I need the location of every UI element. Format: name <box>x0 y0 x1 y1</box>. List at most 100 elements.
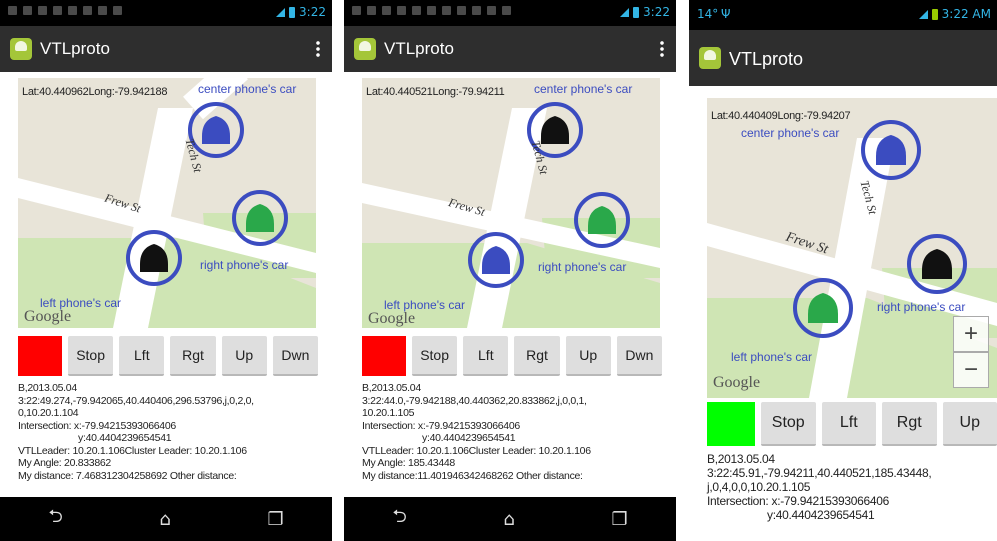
navigation-bar: ⮌ ⌂ ❐ <box>344 497 676 541</box>
zoom-out-button[interactable]: − <box>953 352 989 388</box>
android-app-icon <box>10 38 32 60</box>
info-line: 3:22:44.0,-79.942188,40.440362,20.833862… <box>362 394 587 407</box>
info-text: B,2013.05.04 3:22:49.274,-79.942065,40.4… <box>18 382 324 482</box>
right-button[interactable]: Rgt <box>514 336 560 376</box>
action-bar: VTLproto <box>344 26 676 72</box>
stop-button[interactable]: Stop <box>68 336 114 376</box>
info-line: 3:22:49.274,-79.942065,40.440406,296.537… <box>18 394 254 407</box>
info-line: B,2013.05.04 <box>18 382 77 394</box>
home-icon[interactable]: ⌂ <box>159 509 170 530</box>
info-line: Intersection: x:-79.94215393066406 <box>707 494 889 508</box>
info-line: My Angle: 185.43448 <box>362 457 455 469</box>
up-button[interactable]: Up <box>221 336 267 376</box>
battery-icon <box>931 8 938 20</box>
google-logo: Google <box>24 308 72 325</box>
info-text: B,2013.05.04 3:22:45.91,-79.94211,40.440… <box>707 452 989 522</box>
lat-long-readout: Lat:40.440962Long:-79.942188 <box>22 86 168 98</box>
down-button[interactable]: Dwn <box>616 336 663 376</box>
info-line: 3:22:45.91,-79.94211,40.440521,185.43448… <box>707 466 932 480</box>
app-title: VTLproto <box>384 39 454 58</box>
overflow-menu-icon[interactable] <box>316 40 320 58</box>
app-title: VTLproto <box>729 49 804 69</box>
up-button[interactable]: Up <box>942 402 997 446</box>
info-text: B,2013.05.04 3:22:44.0,-79.942188,40.440… <box>362 382 668 482</box>
zoom-in-button[interactable]: + <box>953 316 989 352</box>
right-button[interactable]: Rgt <box>882 402 937 446</box>
battery-icon <box>289 6 296 18</box>
status-bar: 3:22 <box>0 0 332 26</box>
left-car-label: left phone's car <box>731 350 813 364</box>
navigation-bar: ⮌ ⌂ ❐ <box>0 497 332 541</box>
stop-button[interactable]: Stop <box>761 402 816 446</box>
map-view[interactable]: Lat:40.440409Long:-79.94207 center phone… <box>707 98 997 398</box>
left-button[interactable]: Lft <box>821 402 876 446</box>
left-button[interactable]: Lft <box>463 336 509 376</box>
info-line: y:40.4404239654541 <box>422 432 516 444</box>
status-bar: 14° Ψ 3:22 AM <box>689 0 997 30</box>
info-line: Intersection: x:-79.94215393066406 <box>18 419 176 432</box>
right-car-label: right phone's car <box>538 260 627 274</box>
status-color-indicator <box>362 336 406 376</box>
android-app-icon <box>354 38 376 60</box>
app-title: VTLproto <box>40 39 110 58</box>
down-button[interactable]: Dwn <box>272 336 319 376</box>
lat-long-readout: Lat:40.440521Long:-79.94211 <box>366 86 505 98</box>
back-icon[interactable]: ⮌ <box>48 504 62 534</box>
info-line: My distance: 7.468312304258692 Other dis… <box>18 469 237 482</box>
status-time: 3:22 <box>643 5 670 19</box>
info-line: 0,10.20.1.104 <box>18 407 79 419</box>
action-bar: VTLproto <box>0 26 332 72</box>
up-button[interactable]: Up <box>565 336 611 376</box>
info-line: y:40.4404239654541 <box>78 432 172 444</box>
status-bar: 3:22 <box>344 0 676 26</box>
stop-button[interactable]: Stop <box>412 336 458 376</box>
map-view[interactable]: Lat:40.440962Long:-79.942188 center phon… <box>18 78 316 328</box>
google-logo: Google <box>368 310 416 327</box>
status-color-indicator <box>707 402 755 446</box>
battery-icon <box>633 6 640 18</box>
recent-apps-icon[interactable]: ❐ <box>612 509 628 530</box>
center-car-label: center phone's car <box>534 82 633 96</box>
right-car-label: right phone's car <box>877 300 966 314</box>
back-icon[interactable]: ⮌ <box>392 504 406 534</box>
action-bar: VTLproto <box>689 30 997 86</box>
status-time: 3:22 AM <box>941 7 991 21</box>
info-line: y:40.4404239654541 <box>767 508 875 522</box>
phone-screenshot-right: 14° Ψ 3:22 AM VTLproto Lat:40.440409Long… <box>689 0 997 541</box>
phone-screenshot-left: 3:22 VTLproto Lat:40.440962Long:-79.9421… <box>0 0 332 541</box>
lat-long-readout: Lat:40.440409Long:-79.94207 <box>711 110 851 122</box>
signal-icon <box>276 7 286 17</box>
status-color-indicator <box>18 336 62 376</box>
info-line: VTLLeader: 10.20.1.106Cluster Leader: 10… <box>362 444 591 457</box>
google-logo: Google <box>713 374 761 391</box>
info-line: Intersection: x:-79.94215393066406 <box>362 419 520 432</box>
status-time: 3:22 <box>299 5 326 19</box>
phone-screenshot-middle: 3:22 VTLproto Lat:40.440521Long:-79.9421… <box>344 0 676 541</box>
info-line: My distance:11.401946342468262 Other dis… <box>362 469 583 482</box>
info-line: My Angle: 20.833862 <box>18 457 111 469</box>
notification-icons <box>8 6 122 15</box>
recent-apps-icon[interactable]: ❐ <box>268 509 284 530</box>
signal-icon <box>918 9 928 19</box>
notification-icons <box>352 6 511 15</box>
info-line: VTLLeader: 10.20.1.106Cluster Leader: 10… <box>18 444 247 457</box>
overflow-menu-icon[interactable] <box>660 40 664 58</box>
signal-icon <box>620 7 630 17</box>
control-row: Stop Lft Rgt Up Dwn <box>362 336 663 376</box>
control-row: Stop Lft Rgt Up <box>707 402 997 446</box>
right-button[interactable]: Rgt <box>170 336 216 376</box>
map-view[interactable]: Lat:40.440521Long:-79.94211 center phone… <box>362 78 660 328</box>
right-car-label: right phone's car <box>200 258 289 272</box>
center-car-label: center phone's car <box>741 126 840 140</box>
home-icon[interactable]: ⌂ <box>503 509 514 530</box>
control-row: Stop Lft Rgt Up Dwn <box>18 336 319 376</box>
temperature-readout: 14° <box>697 7 719 21</box>
left-button[interactable]: Lft <box>119 336 165 376</box>
info-line: B,2013.05.04 <box>362 382 421 394</box>
android-app-icon <box>699 47 721 69</box>
usb-icon: Ψ <box>721 7 731 21</box>
center-car-label: center phone's car <box>198 82 297 96</box>
info-line: B,2013.05.04 <box>707 452 775 466</box>
info-line: 10.20.1.105 <box>362 407 415 419</box>
info-line: j,0,4,0,0,10.20.1.105 <box>707 480 811 494</box>
